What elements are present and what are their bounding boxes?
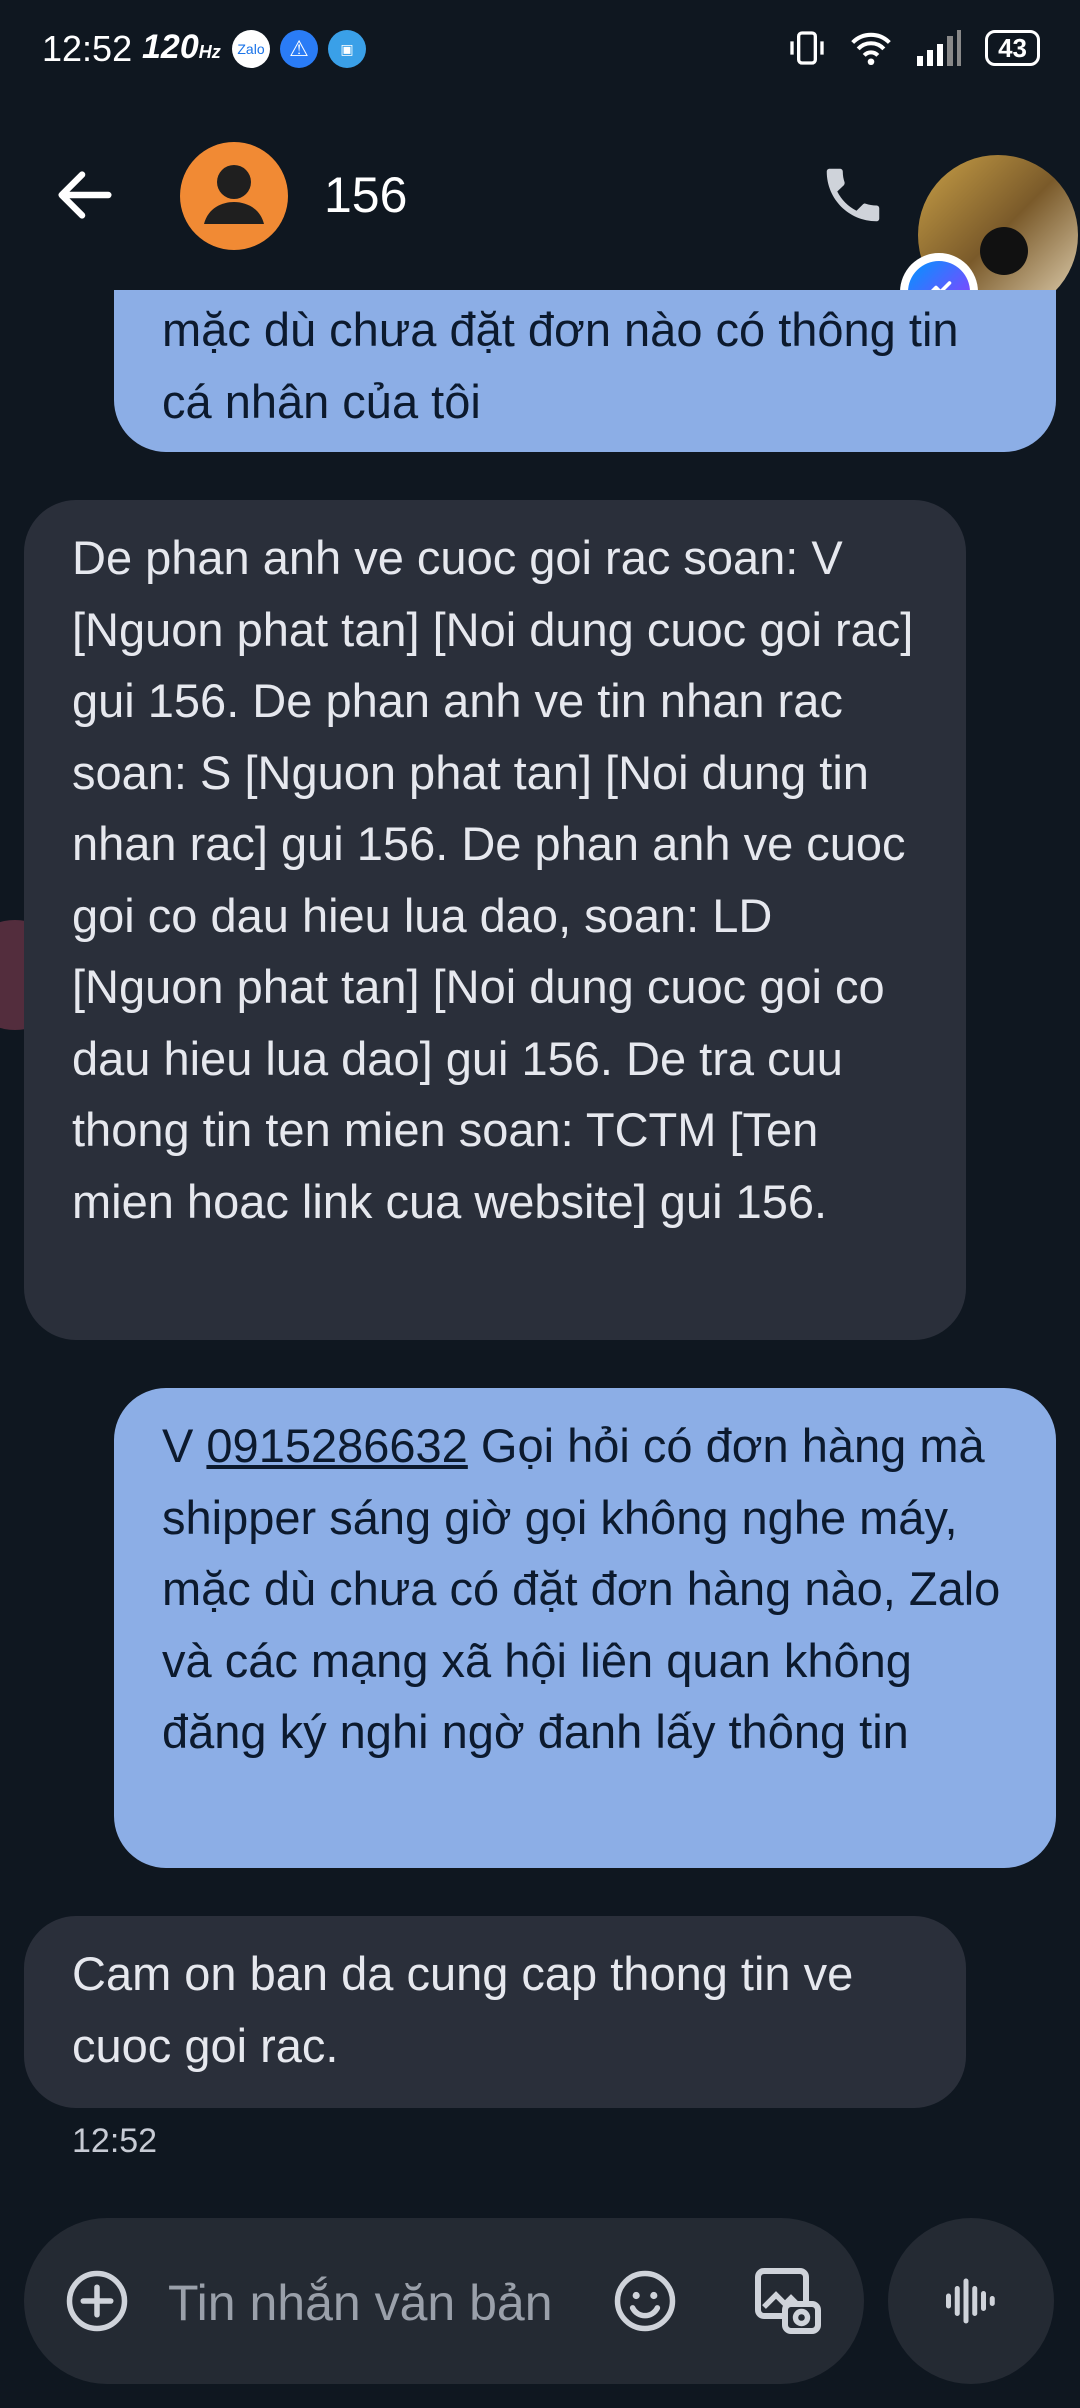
message-bubble-outgoing[interactable]: V 0915286632 Gọi hỏi có đơn hàng mà ship… [114, 1388, 1056, 1868]
contact-avatar[interactable] [180, 142, 288, 250]
message-bubble-incoming[interactable]: De phan anh ve cuoc goi rac soan: V [Ngu… [24, 500, 966, 1340]
add-attachment-icon[interactable] [64, 2268, 130, 2334]
message-text: V 0915286632 Gọi hỏi có đơn hàng mà ship… [162, 1410, 1008, 1768]
app-icon: ▣ [328, 30, 366, 68]
message-text: Cam on ban da cung cap thong tin ve cuoc… [72, 1947, 854, 2072]
voice-message-button[interactable] [888, 2218, 1054, 2384]
wifi-icon [851, 32, 891, 66]
dog-nose-decor [980, 227, 1028, 275]
phone-number-link[interactable]: 0915286632 [206, 1419, 467, 1472]
message-input[interactable] [166, 2262, 600, 2344]
message-timestamp: 12:52 [72, 2122, 158, 2160]
phone-icon[interactable] [818, 160, 888, 230]
message-bubble-incoming[interactable]: Cam on ban da cung cap thong tin ve cuoc… [24, 1916, 966, 2108]
warning-icon: ⚠ [280, 30, 318, 68]
person-icon [204, 165, 264, 224]
message-bubble-outgoing[interactable]: mặc dù chưa đặt đơn nào có thông tin cá … [114, 290, 1056, 452]
refresh-rate: 120Hz [142, 28, 221, 66]
contact-name[interactable]: 156 [324, 166, 407, 224]
zalopay-icon: Zalo [232, 30, 270, 68]
message-text: mặc dù chưa đặt đơn nào có thông tin cá … [162, 303, 959, 428]
emoji-icon[interactable] [612, 2268, 678, 2334]
status-time: 12:52 [42, 28, 133, 69]
message-prefix: V [162, 1419, 194, 1472]
gallery-icon[interactable] [752, 2264, 824, 2338]
back-arrow-icon[interactable] [50, 160, 120, 230]
message-composer [24, 2218, 864, 2384]
message-text: De phan anh ve cuoc goi rac soan: V [Ngu… [72, 531, 914, 1228]
system-icons: 43 [787, 28, 1040, 68]
signal-icon [917, 30, 962, 66]
status-bar: 12:52 120Hz Zalo ⚠ ▣ 43 [0, 0, 1080, 100]
vibrate-icon [790, 31, 824, 65]
waveform-icon [946, 2278, 995, 2324]
notification-icons: Zalo ⚠ ▣ [232, 30, 366, 68]
battery-icon: 43 [985, 30, 1040, 66]
